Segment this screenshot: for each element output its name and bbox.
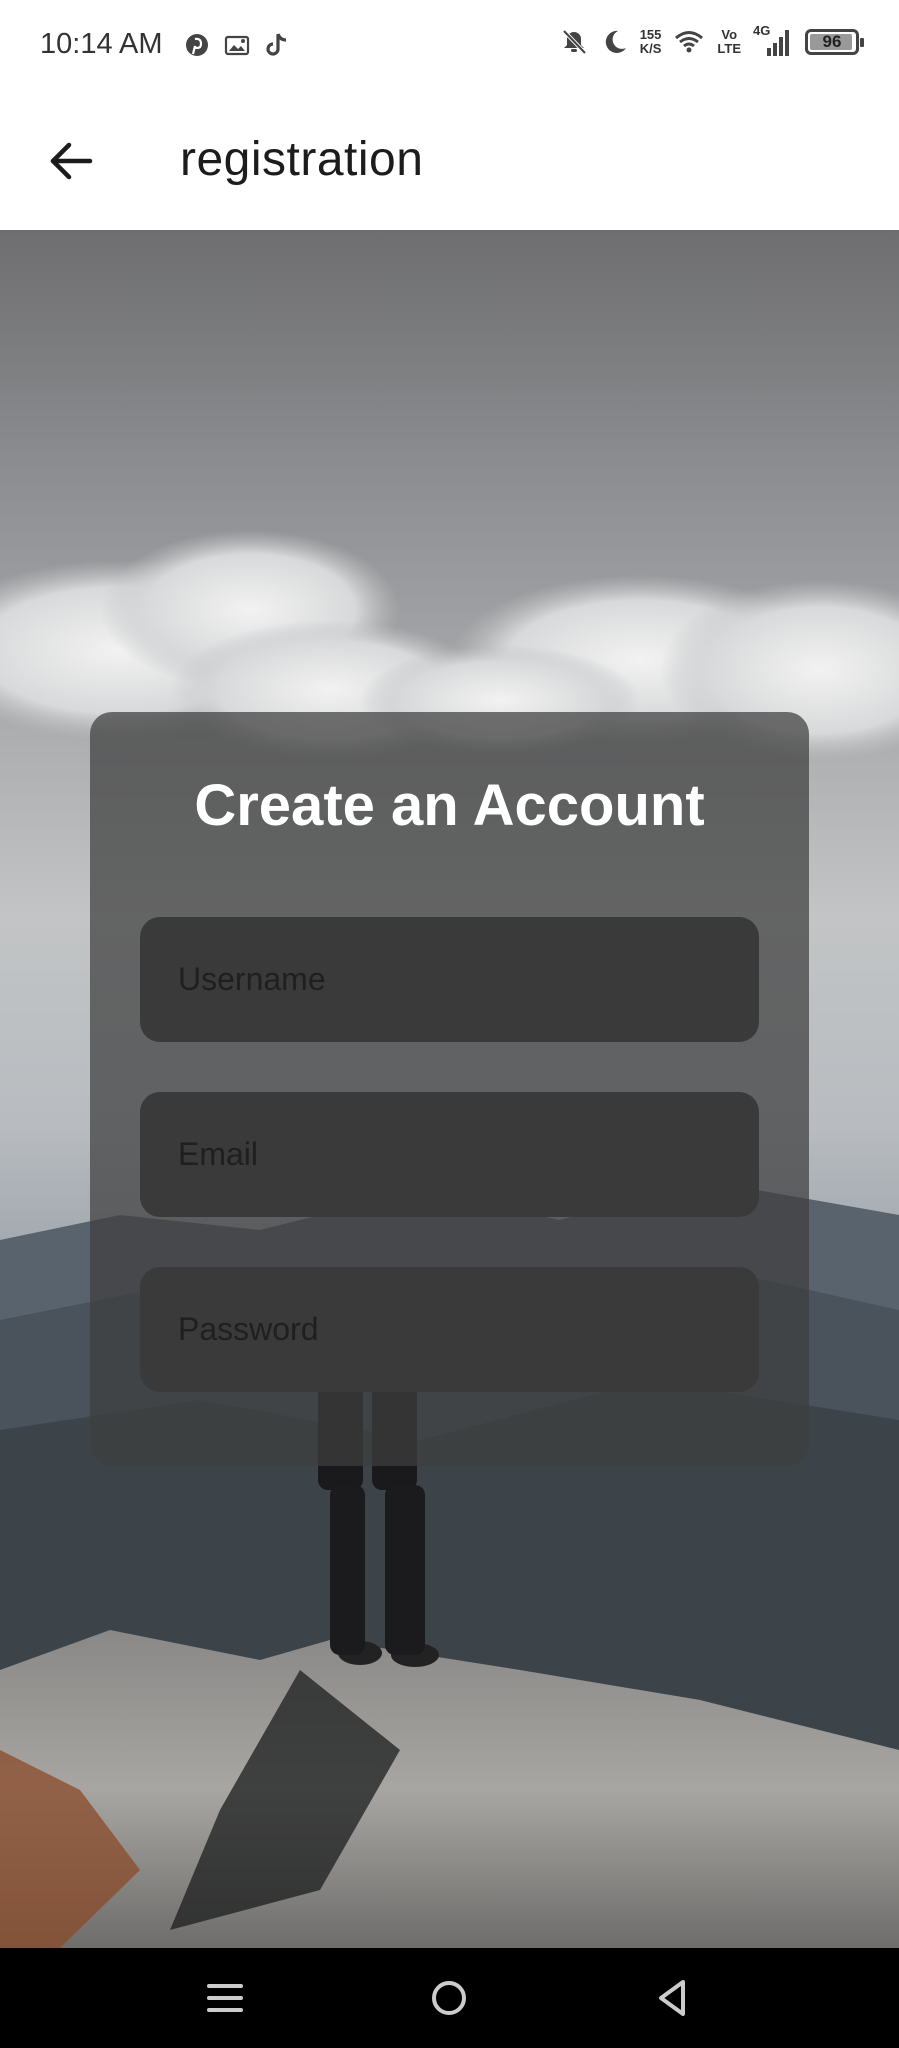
back-button[interactable] bbox=[38, 128, 104, 194]
system-nav-bar bbox=[0, 1948, 899, 2048]
notifications-off-icon bbox=[562, 29, 587, 55]
arrow-left-icon bbox=[50, 142, 93, 180]
app-bar: registration bbox=[0, 92, 899, 230]
battery-level: 96 bbox=[822, 32, 842, 51]
registration-card: Create an Account bbox=[90, 712, 809, 1466]
network-speed: 155 K/S bbox=[640, 28, 662, 56]
4g-signal-icon: 4G bbox=[753, 24, 793, 58]
volte-icon: Vo LTE bbox=[717, 28, 741, 56]
password-input[interactable] bbox=[140, 1267, 759, 1392]
status-time: 10:14 AM bbox=[40, 28, 163, 60]
email-input[interactable] bbox=[140, 1092, 759, 1217]
card-title: Create an Account bbox=[194, 773, 705, 838]
signal-bars-icon bbox=[767, 30, 789, 56]
image-notification-icon bbox=[224, 35, 250, 56]
tiktok-icon bbox=[266, 33, 287, 56]
background-image: Create an Account bbox=[0, 230, 899, 1948]
username-input[interactable] bbox=[140, 917, 759, 1042]
net-speed-unit: K/S bbox=[639, 41, 662, 56]
wifi-icon bbox=[675, 31, 704, 53]
battery-icon: 96 bbox=[805, 29, 864, 55]
volte-top: Vo bbox=[721, 27, 738, 42]
volte-bottom: LTE bbox=[717, 41, 741, 56]
home-button[interactable] bbox=[427, 1976, 471, 2020]
system-back-button[interactable] bbox=[651, 1976, 695, 2020]
back-triangle-icon bbox=[659, 1980, 685, 2016]
pinterest-icon bbox=[186, 34, 208, 56]
net-speed-value: 155 bbox=[639, 27, 662, 42]
status-bar: 10:14 AM 155 K/S Vo LTE 4G 96 bbox=[0, 0, 899, 92]
home-circle-icon bbox=[432, 1981, 466, 2015]
status-right-icons: 155 K/S Vo LTE 4G 96 bbox=[560, 24, 864, 58]
menu-icon bbox=[207, 1984, 243, 2012]
do-not-disturb-moon-icon bbox=[605, 30, 626, 53]
status-left-icons bbox=[183, 30, 291, 60]
page-title: registration bbox=[180, 133, 424, 186]
recent-apps-button[interactable] bbox=[203, 1976, 247, 2020]
